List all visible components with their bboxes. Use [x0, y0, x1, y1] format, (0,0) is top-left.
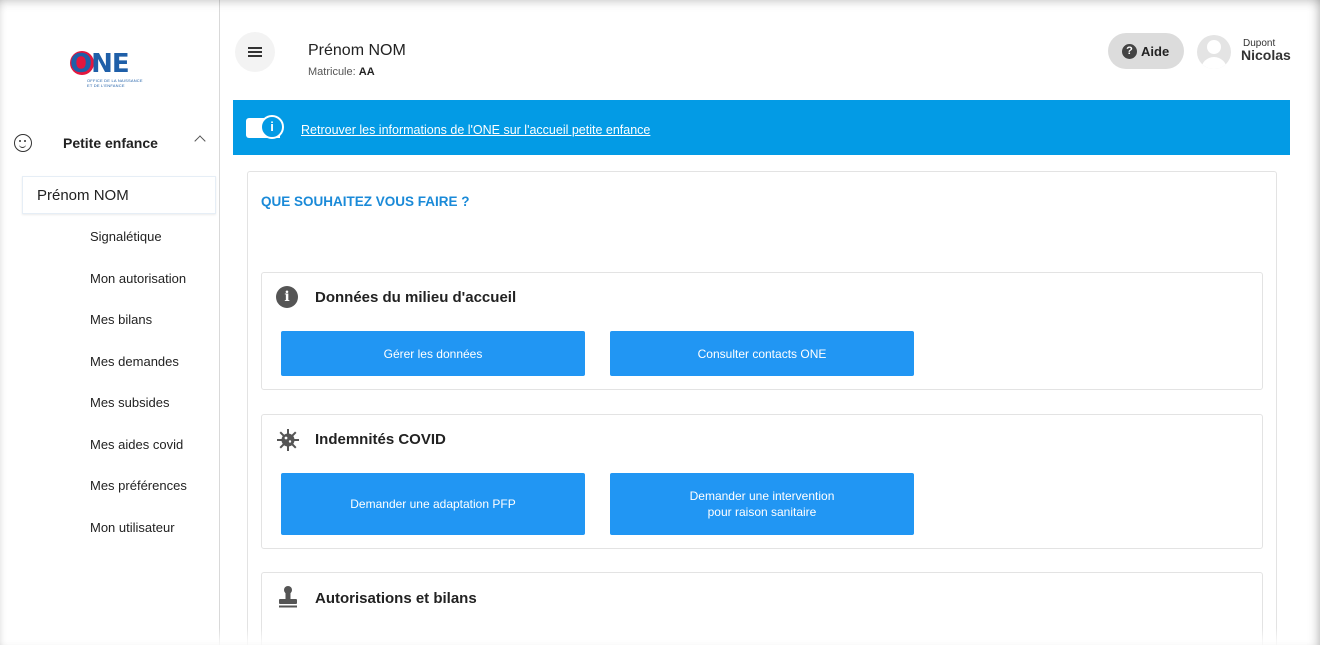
sidebar: ONE OFFICE DE LA NAISSANCE ET DE L'ENFAN… — [0, 0, 220, 645]
sidebar-selected-establishment[interactable]: Prénom NOM — [22, 176, 216, 214]
info-icon: i — [260, 115, 284, 139]
button-line-2: pour raison sanitaire — [707, 505, 817, 519]
button-line-1: Demander une intervention — [689, 489, 835, 503]
hamburger-icon — [248, 47, 262, 57]
info-icon: i — [276, 286, 298, 308]
sidebar-nav: Signalétique Mon autorisation Mes bilans… — [90, 228, 187, 560]
help-button[interactable]: ? Aide — [1108, 33, 1184, 69]
section-title: Indemnités COVID — [315, 431, 446, 448]
top-header: Prénom NOM Matricule: AA ? Aide Dupont N… — [221, 0, 1320, 100]
sidebar-item-subsides[interactable]: Mes subsides — [90, 394, 187, 436]
banner-link[interactable]: Retrouver les informations de l'ONE sur … — [301, 123, 650, 137]
sidebar-item-autorisation[interactable]: Mon autorisation — [90, 270, 187, 312]
sidebar-item-demandes[interactable]: Mes demandes — [90, 353, 187, 395]
one-logo[interactable]: ONE OFFICE DE LA NAISSANCE ET DE L'ENFAN… — [70, 50, 150, 94]
request-sanitary-intervention-button[interactable]: Demander une intervention pour raison sa… — [610, 473, 914, 535]
sidebar-item-bilans[interactable]: Mes bilans — [90, 311, 187, 353]
sidebar-item-preferences[interactable]: Mes préférences — [90, 477, 187, 519]
avatar[interactable] — [1197, 35, 1231, 69]
establishment-name: Prénom NOM — [308, 42, 406, 59]
matricule-label: Matricule: — [308, 66, 356, 78]
baby-icon — [14, 134, 32, 152]
section-title: Autorisations et bilans — [315, 590, 477, 607]
sidebar-section-label: Petite enfance — [63, 135, 158, 151]
user-last-name: Nicolas — [1241, 47, 1291, 63]
sidebar-item-signaletique[interactable]: Signalétique — [90, 228, 187, 270]
menu-toggle-button[interactable] — [235, 32, 275, 72]
section-title: Données du milieu d'accueil — [315, 289, 517, 306]
section-donnees: i Données du milieu d'accueil Gérer les … — [261, 272, 1263, 390]
section-autorisations: Autorisations et bilans — [261, 572, 1263, 645]
matricule: Matricule: AA — [308, 66, 375, 78]
sidebar-section-petite-enfance[interactable]: Petite enfance — [14, 131, 214, 155]
consult-contacts-button[interactable]: Consulter contacts ONE — [610, 331, 914, 376]
stamp-icon — [279, 586, 297, 608]
virus-icon — [277, 429, 299, 451]
logo-text: ONE — [70, 49, 130, 79]
page-title: QUE SOUHAITEZ VOUS FAIRE ? — [261, 194, 470, 209]
sidebar-item-utilisateur[interactable]: Mon utilisateur — [90, 519, 187, 561]
section-covid: Indemnités COVID Demander une adaptation… — [261, 414, 1263, 549]
matricule-value: AA — [358, 66, 375, 78]
question-icon: ? — [1122, 43, 1137, 59]
help-label: Aide — [1141, 43, 1170, 59]
sidebar-item-aides-covid[interactable]: Mes aides covid — [90, 436, 187, 478]
chevron-up-icon — [194, 135, 206, 147]
request-pfp-adaptation-button[interactable]: Demander une adaptation PFP — [281, 473, 585, 535]
logo-subtitle: OFFICE DE LA NAISSANCE ET DE L'ENFANCE — [87, 78, 143, 88]
logo-wordmark: ONE — [70, 49, 130, 79]
manage-data-button[interactable]: Gérer les données — [281, 331, 585, 376]
